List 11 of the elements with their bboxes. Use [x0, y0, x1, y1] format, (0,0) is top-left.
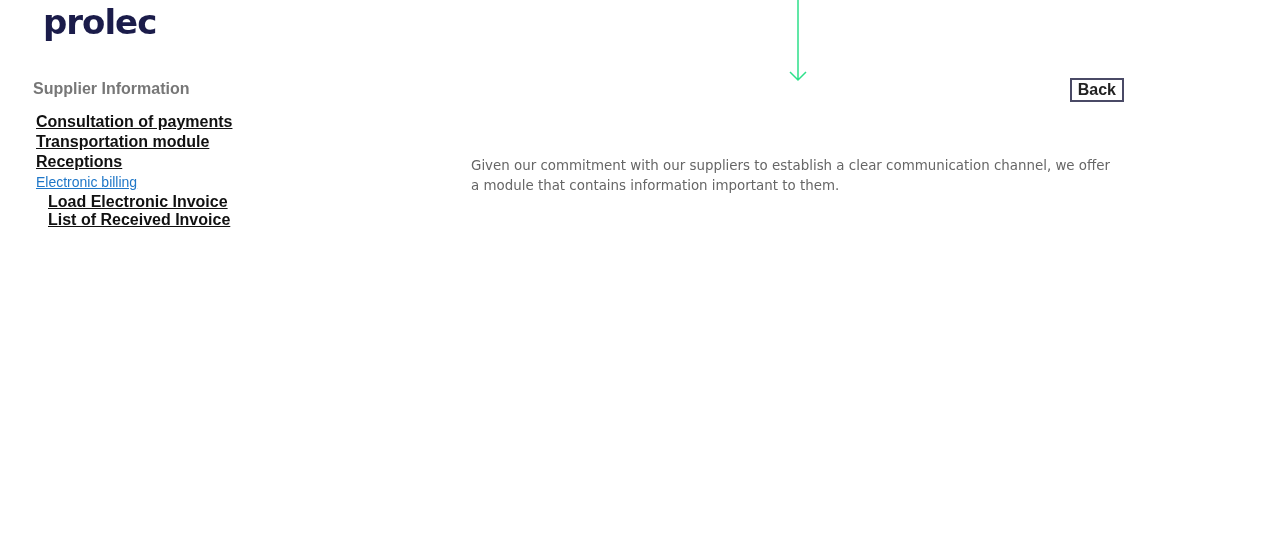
intro-paragraph: Given our commitment with our suppliers to establish a clear communication channel, we offer a module that contains information important to them. [471, 157, 1112, 195]
sidebar-link[interactable]: Receptions [36, 153, 471, 171]
sidebar-link[interactable]: Electronic billing [36, 173, 471, 191]
back-button[interactable]: Back [1069, 78, 1124, 102]
sidebar-link[interactable]: Consultation of payments [36, 113, 471, 131]
sidebar-link[interactable]: Transportation module [36, 133, 471, 151]
logo: prolec [43, 2, 157, 42]
sidebar-title: Supplier Information [33, 80, 191, 98]
down-arrow-icon [789, 0, 807, 82]
sidebar-link[interactable]: Load Electronic Invoice [48, 193, 471, 211]
sidebar-link[interactable]: List of Received Invoice [48, 211, 471, 229]
